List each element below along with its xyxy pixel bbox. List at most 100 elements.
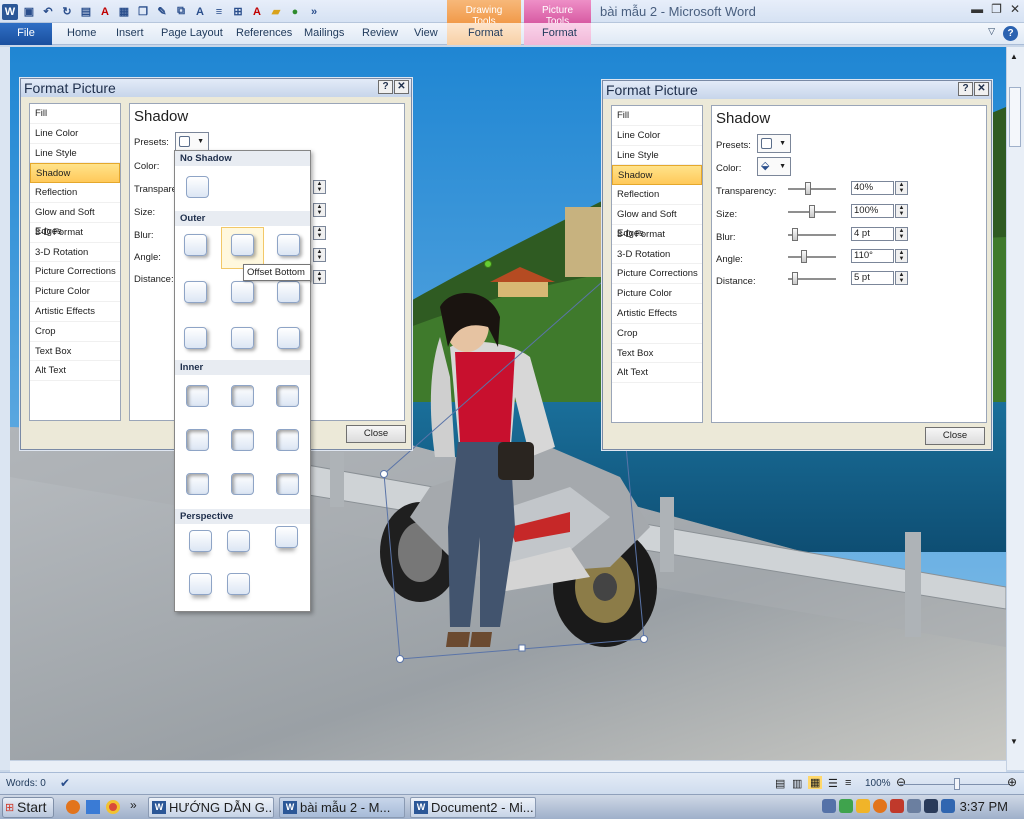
minimize-ribbon-icon[interactable]: ▽ — [988, 26, 995, 41]
tab-home[interactable]: Home — [67, 27, 96, 39]
view-full-screen-icon[interactable]: ▥ — [792, 777, 802, 790]
copy-icon[interactable]: ❐ — [135, 4, 151, 20]
arrange-icon[interactable]: ⊞ — [230, 4, 246, 20]
tray-v-icon[interactable] — [890, 799, 904, 813]
preset-inner-2[interactable] — [231, 385, 254, 407]
color-dropdown[interactable]: ⬙ ▼ — [757, 157, 791, 176]
distance-spinner[interactable]: ▲ ▼ — [895, 271, 908, 285]
tab-mailings[interactable]: Mailings — [304, 27, 344, 39]
scroll-thumb[interactable] — [1009, 87, 1021, 147]
transparency-value[interactable]: 40% — [851, 181, 894, 195]
taskbar-item-bai-mau-2[interactable]: Wbài mẫu 2 - M... — [279, 797, 405, 818]
preset-inner-6[interactable] — [276, 429, 299, 451]
view-draft-icon[interactable]: ≡ — [845, 777, 851, 789]
category-picture-color[interactable]: Picture Color — [612, 284, 702, 304]
firefox-icon[interactable] — [66, 800, 80, 814]
font-color-icon[interactable]: A — [97, 4, 113, 20]
category-glow-soft-edges[interactable]: Glow and Soft Edges — [612, 205, 702, 239]
category-text-box[interactable]: Text Box — [30, 342, 120, 362]
format-painter-icon[interactable]: ✎ — [154, 4, 170, 20]
slider-knob[interactable] — [804, 182, 811, 195]
preset-perspective-1[interactable] — [189, 530, 212, 552]
slider-knob[interactable] — [809, 205, 815, 218]
preset-inner-1[interactable] — [186, 385, 209, 407]
preset-no-shadow[interactable] — [186, 176, 209, 198]
tray-firefox-icon[interactable] — [873, 799, 887, 813]
restore-icon[interactable]: ❐ — [991, 2, 1002, 16]
category-picture-corrections[interactable]: Picture Corrections — [612, 264, 702, 285]
size-value[interactable]: 100% — [851, 204, 894, 218]
presets-dropdown[interactable]: ▼ — [757, 134, 791, 153]
zoom-out-icon[interactable]: ⊖ — [896, 775, 906, 789]
category-artistic-effects[interactable]: Artistic Effects — [30, 302, 120, 322]
size-spinner[interactable]: ▲ ▼ — [313, 203, 326, 217]
category-reflection[interactable]: Reflection — [30, 183, 120, 203]
size-spinner[interactable]: ▲ ▼ — [895, 204, 908, 218]
tray-shield-icon[interactable] — [839, 799, 853, 813]
category-alt-text[interactable]: Alt Text — [30, 361, 120, 382]
blur-spinner[interactable]: ▲ ▼ — [313, 226, 326, 240]
category-line-color[interactable]: Line Color — [612, 126, 702, 146]
tab-picture-format[interactable]: Format — [542, 27, 577, 39]
taskbar-item-document2[interactable]: W Document2 - Mi... — [410, 797, 536, 818]
preset-outer-5[interactable] — [231, 281, 254, 303]
preset-outer-3[interactable] — [277, 234, 300, 256]
category-artistic-effects[interactable]: Artistic Effects — [612, 304, 702, 324]
category-crop[interactable]: Crop — [30, 322, 120, 342]
category-crop[interactable]: Crop — [612, 324, 702, 344]
help-icon[interactable]: ? — [1003, 26, 1018, 41]
category-line-color[interactable]: Line Color — [30, 124, 120, 144]
category-picture-color[interactable]: Picture Color — [30, 282, 120, 302]
distance-value[interactable]: 5 pt — [851, 271, 894, 285]
more-commands-icon[interactable]: » — [306, 4, 322, 20]
preset-inner-5[interactable] — [231, 429, 254, 451]
show-desktop-icon[interactable] — [86, 800, 100, 814]
vertical-scrollbar[interactable]: ▲ ▼ — [1006, 47, 1024, 770]
tab-page-layout[interactable]: Page Layout — [161, 27, 223, 39]
preset-outer-4[interactable] — [184, 281, 207, 303]
zoom-level[interactable]: 100% — [865, 778, 891, 789]
blur-slider[interactable] — [788, 228, 836, 242]
tray-flash-icon[interactable] — [856, 799, 870, 813]
preset-perspective-5[interactable] — [227, 573, 250, 595]
zoom-in-icon[interactable]: ⊕ — [1007, 775, 1017, 789]
picture-icon[interactable]: ▦ — [116, 4, 132, 20]
align-icon[interactable]: ≡ — [211, 4, 227, 20]
preset-inner-3[interactable] — [276, 385, 299, 407]
slider-knob[interactable] — [792, 228, 799, 241]
tab-review[interactable]: Review — [362, 27, 398, 39]
scroll-down-icon[interactable]: ▼ — [1010, 737, 1018, 746]
group-icon[interactable]: ⧉ — [173, 4, 189, 20]
distance-slider[interactable] — [788, 272, 836, 286]
scroll-up-icon[interactable]: ▲ — [1010, 52, 1018, 61]
tab-references[interactable]: References — [236, 27, 292, 39]
view-web-layout-icon[interactable]: ▦ — [808, 776, 823, 789]
category-3d-rotation[interactable]: 3-D Rotation — [30, 243, 120, 263]
angle-slider[interactable] — [788, 250, 836, 264]
category-reflection[interactable]: Reflection — [612, 185, 702, 205]
open-icon[interactable]: ▰ — [268, 4, 284, 20]
preset-perspective-4[interactable] — [189, 573, 212, 595]
highlight-icon[interactable]: A — [249, 4, 265, 20]
angle-value[interactable]: 110° — [851, 249, 894, 263]
slider-knob[interactable] — [800, 250, 807, 263]
globe-icon[interactable]: ● — [287, 4, 303, 20]
preset-inner-7[interactable] — [186, 473, 209, 495]
preset-outer-8[interactable] — [231, 327, 254, 349]
category-3d-rotation[interactable]: 3-D Rotation — [612, 245, 702, 265]
close-icon[interactable]: ✕ — [1010, 2, 1020, 16]
preset-outer-offset-bottom[interactable] — [231, 234, 254, 256]
close-button[interactable]: Close — [925, 427, 985, 445]
quicklaunch-more-icon[interactable]: » — [130, 798, 137, 812]
preset-outer-9[interactable] — [277, 327, 300, 349]
preset-inner-4[interactable] — [186, 429, 209, 451]
close-button[interactable]: Close — [346, 425, 406, 443]
minimize-icon[interactable]: ▬ — [971, 2, 983, 16]
category-fill[interactable]: Fill — [612, 106, 702, 126]
file-tab[interactable]: File — [0, 23, 52, 45]
preset-perspective-3[interactable] — [275, 526, 298, 548]
preset-outer-1[interactable] — [184, 234, 207, 256]
tray-network-icon[interactable] — [822, 799, 836, 813]
view-print-layout-icon[interactable]: ▤ — [775, 777, 785, 790]
save-icon[interactable]: ▣ — [21, 4, 37, 20]
